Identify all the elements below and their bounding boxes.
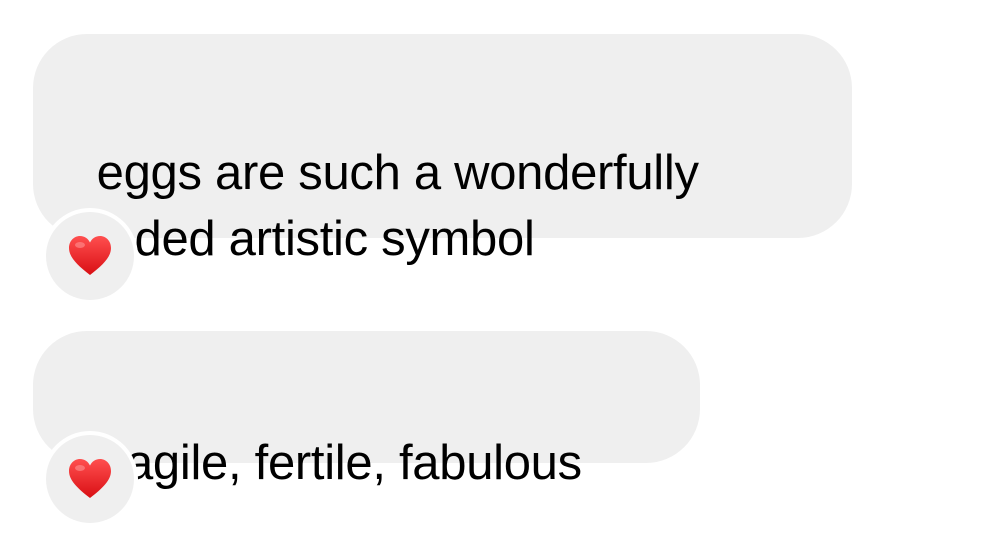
heart-icon [69, 459, 111, 498]
message-bubble[interactable]: eggs are such a wonderfully loaded artis… [33, 34, 852, 266]
heart-reaction-badge[interactable] [46, 212, 134, 300]
heart-reaction-badge[interactable] [46, 435, 134, 523]
message-text: fragile, fertile, fabulous [96, 436, 583, 490]
heart-icon [69, 236, 111, 275]
message-bubble[interactable]: fragile, fertile, fabulous [33, 331, 700, 490]
message-text: eggs are such a wonderfully loaded artis… [70, 146, 699, 266]
